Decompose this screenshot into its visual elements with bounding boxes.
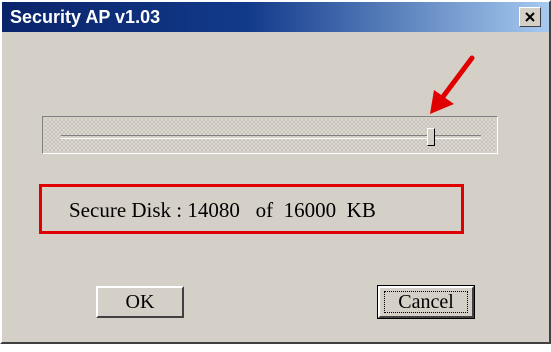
readout-highlight: Secure Disk : 14080 of 16000 KB: [39, 184, 464, 234]
close-icon: [525, 12, 535, 22]
title-bar[interactable]: Security AP v1.03: [2, 2, 549, 32]
window-title: Security AP v1.03: [10, 7, 161, 27]
slider-track: [45, 119, 495, 151]
disk-size-slider[interactable]: [42, 116, 498, 154]
secure-disk-readout: Secure Disk : 14080 of 16000 KB: [69, 198, 376, 222]
arrow-icon: [430, 55, 475, 114]
cancel-button[interactable]: Cancel: [377, 285, 475, 319]
readout-label: Secure Disk :: [69, 198, 188, 222]
readout-of: of: [255, 198, 274, 222]
readout-total: 16000: [283, 198, 337, 222]
slider-groove: [61, 135, 481, 139]
focus-rect: [384, 291, 468, 313]
readout-value: 14080: [187, 198, 240, 222]
close-button[interactable]: [519, 7, 541, 27]
slider-thumb[interactable]: [426, 128, 435, 146]
readout-unit: KB: [346, 198, 376, 222]
ok-button[interactable]: OK: [96, 286, 184, 318]
dialog-window: Security AP v1.03 Secure Disk : 14080 of…: [0, 0, 551, 344]
